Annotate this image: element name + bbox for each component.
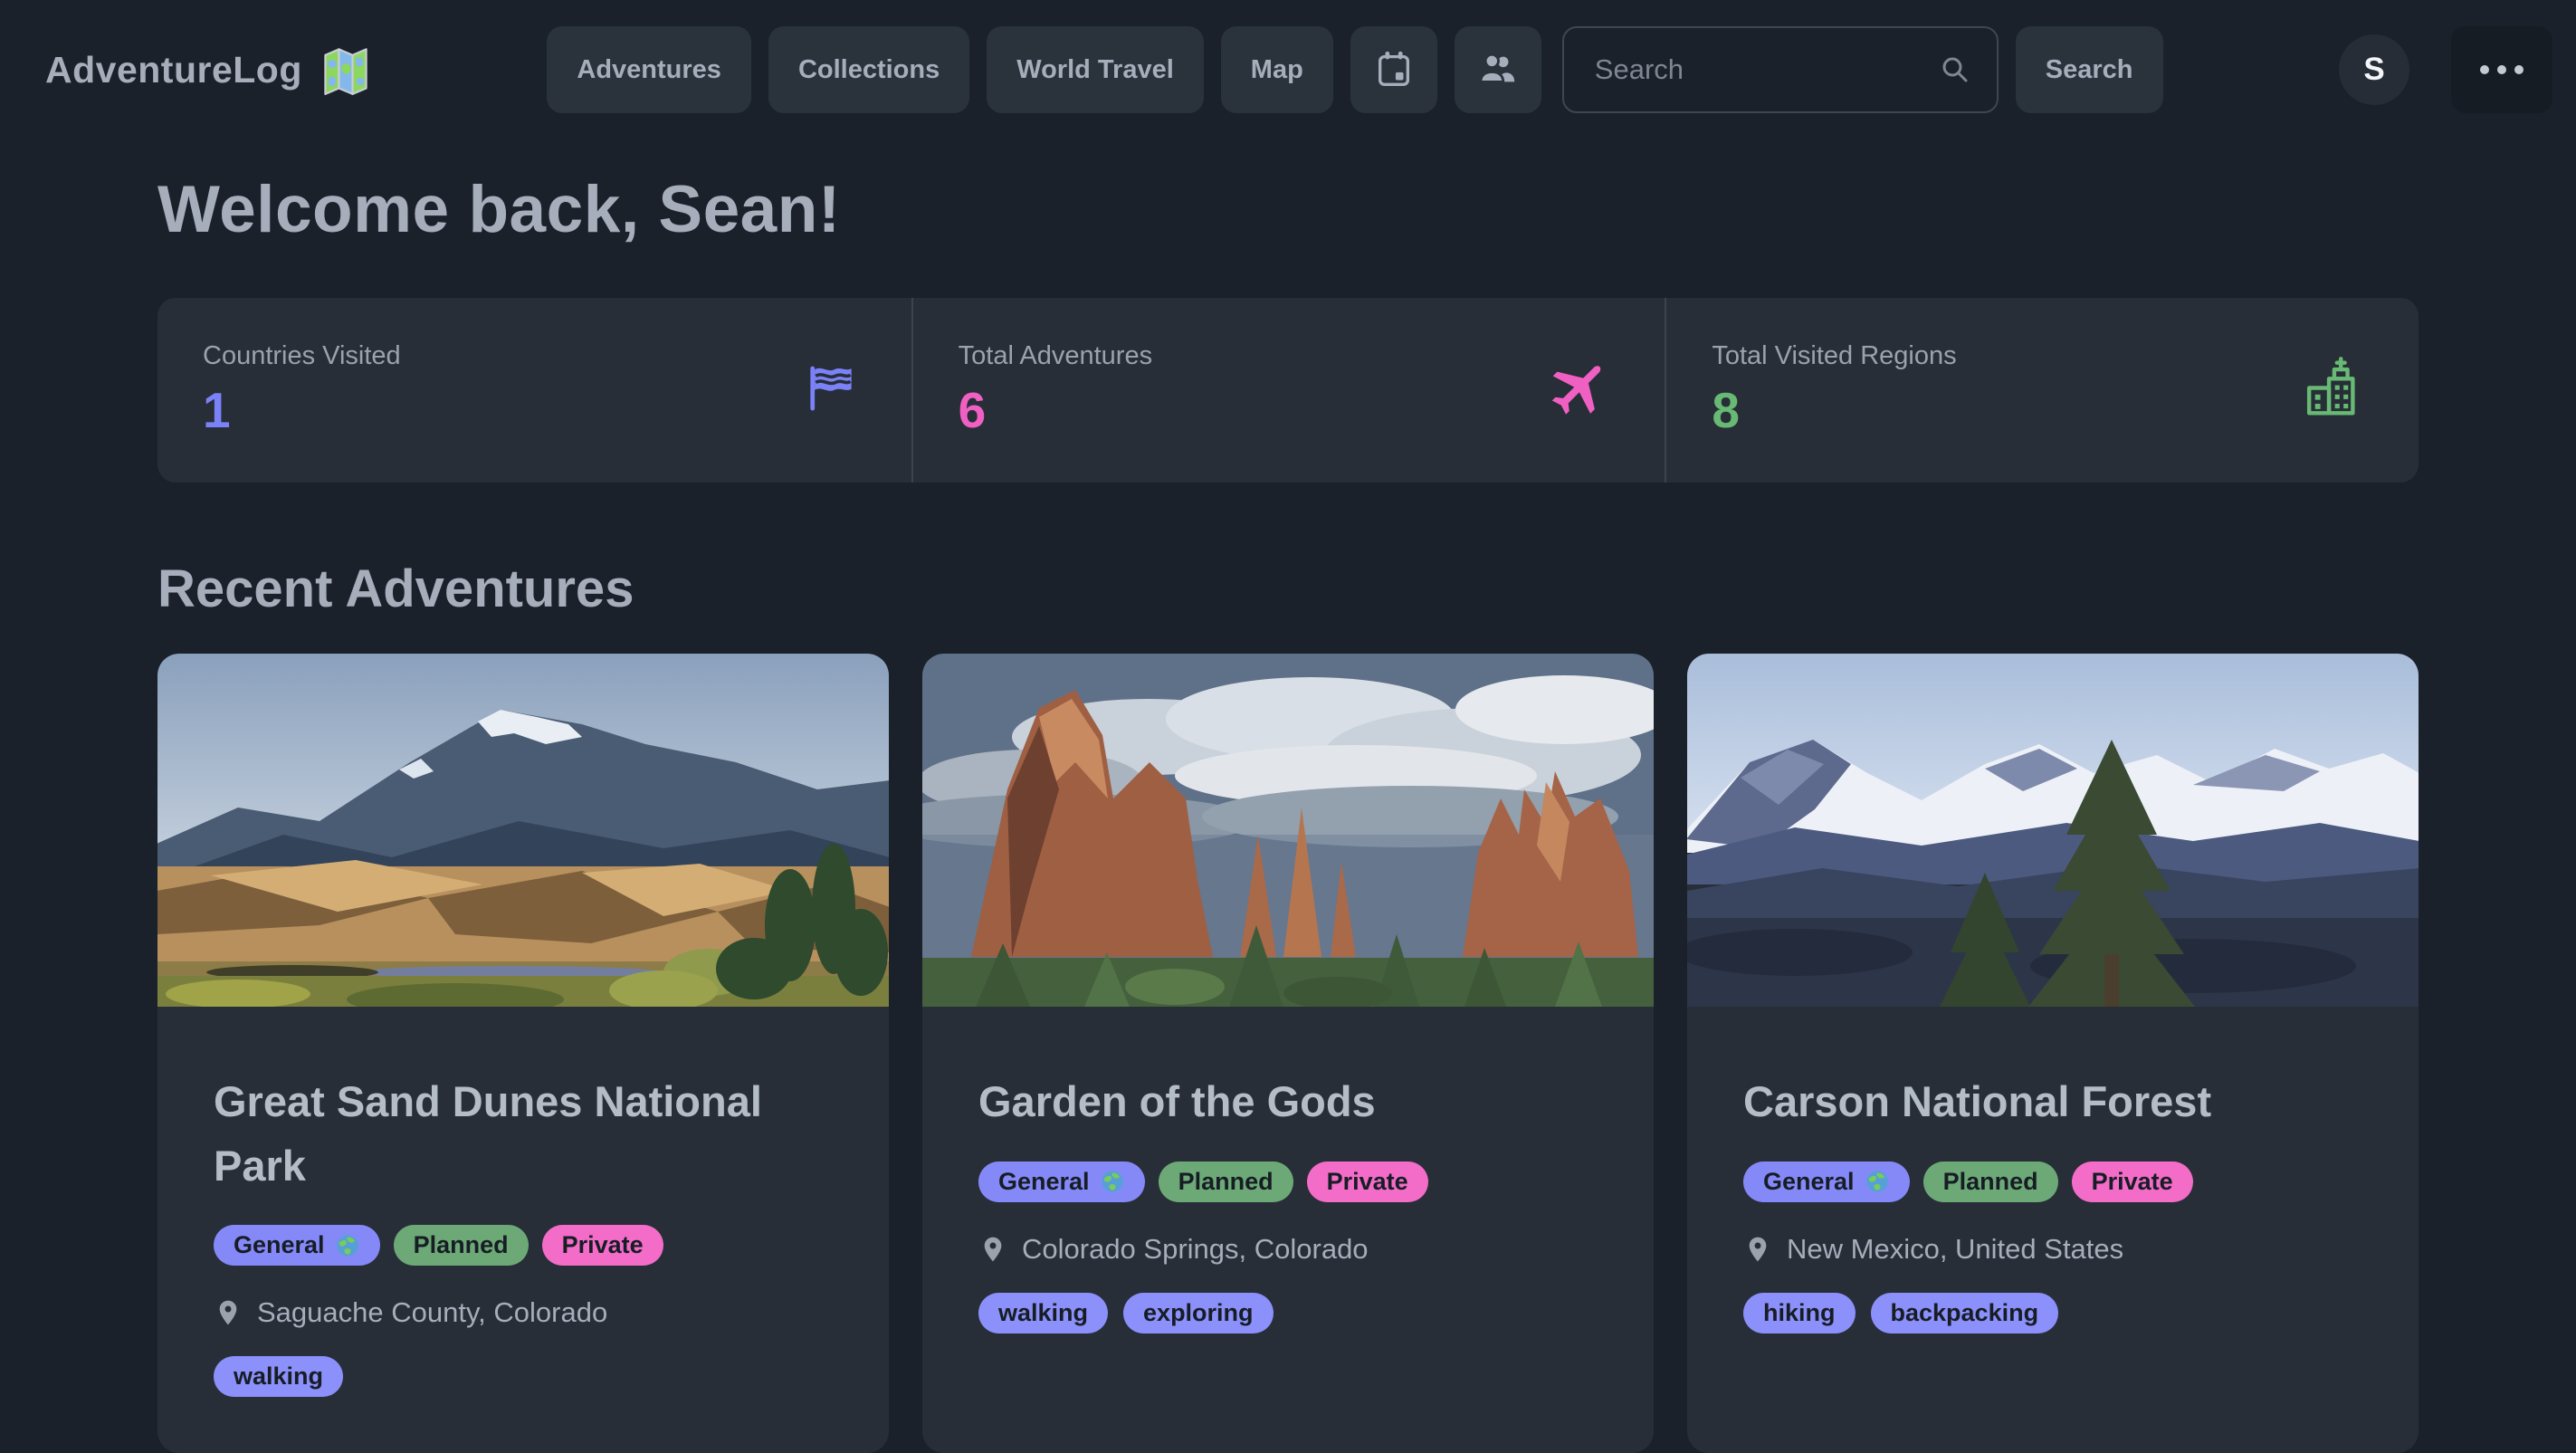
stat-total-visited-regions: Total Visited Regions 8	[1665, 298, 2419, 483]
badge-private: Private	[1307, 1161, 1428, 1202]
tag-row: hiking backpacking	[1743, 1293, 2362, 1334]
stat-label: Total Visited Regions	[1712, 341, 2373, 371]
nav-right: S	[2339, 26, 2552, 113]
location-pin-icon	[214, 1298, 243, 1327]
card-body: Garden of the Gods General	[922, 1007, 1654, 1390]
card-title[interactable]: Great Sand Dunes National Park	[214, 1070, 833, 1198]
stat-value: 8	[1712, 386, 2373, 435]
badge-general: General	[978, 1161, 1145, 1202]
location-pin-icon	[978, 1235, 1007, 1264]
badge-planned: Planned	[1159, 1161, 1293, 1202]
map-logo-icon	[320, 44, 371, 95]
card-body: Carson National Forest General	[1687, 1007, 2419, 1390]
location-text: Colorado Springs, Colorado	[1022, 1233, 1369, 1266]
nav-link-world-travel[interactable]: World Travel	[987, 26, 1204, 113]
badge-general: General	[1743, 1161, 1910, 1202]
nav-center: Adventures Collections World Travel Map	[547, 26, 2162, 113]
adventure-card: Great Sand Dunes National Park General	[157, 654, 889, 1453]
search-icon	[1937, 52, 1973, 88]
tag-row: walking	[214, 1356, 833, 1397]
stat-label: Total Adventures	[959, 341, 1620, 371]
nav-link-map[interactable]: Map	[1221, 26, 1333, 113]
stats-panel: Countries Visited 1 Total Adventures 6	[157, 298, 2419, 483]
search-button[interactable]: Search	[2016, 26, 2163, 113]
badge-row: General Planned Private	[978, 1161, 1598, 1202]
card-body: Great Sand Dunes National Park General	[157, 1007, 889, 1453]
adventure-cards: Great Sand Dunes National Park General	[157, 654, 2419, 1453]
search-wrap	[1562, 26, 1999, 113]
location-row: Colorado Springs, Colorado	[978, 1233, 1598, 1266]
tag-row: walking exploring	[978, 1293, 1598, 1334]
badge-private: Private	[2072, 1161, 2193, 1202]
calendar-button[interactable]	[1350, 26, 1437, 113]
tag-badge: hiking	[1743, 1293, 1856, 1334]
card-title[interactable]: Garden of the Gods	[978, 1070, 1598, 1134]
stat-value: 1	[203, 386, 866, 435]
calendar-icon	[1373, 49, 1415, 91]
overflow-menu-button[interactable]	[2451, 26, 2552, 113]
stat-value: 6	[959, 386, 1620, 435]
stat-label: Countries Visited	[203, 341, 866, 371]
location-row: New Mexico, United States	[1743, 1233, 2362, 1266]
section-title: Recent Adventures	[157, 559, 2419, 619]
avatar[interactable]: S	[2339, 34, 2409, 105]
adventure-image[interactable]	[157, 654, 889, 1007]
badge-private: Private	[542, 1225, 663, 1266]
badge-general: General	[214, 1225, 380, 1266]
tag-badge: walking	[214, 1356, 343, 1397]
nav-link-adventures[interactable]: Adventures	[547, 26, 751, 113]
badge-planned: Planned	[394, 1225, 529, 1266]
page-title: Welcome back, Sean!	[157, 172, 2419, 247]
tag-badge: backpacking	[1871, 1293, 2059, 1334]
city-icon	[2297, 354, 2366, 427]
tag-badge: exploring	[1123, 1293, 1274, 1334]
location-row: Saguache County, Colorado	[214, 1296, 833, 1329]
badge-planned: Planned	[1923, 1161, 2058, 1202]
adventure-card: Carson National Forest General	[1687, 654, 2419, 1453]
adventure-image[interactable]	[922, 654, 1654, 1007]
users-icon	[1477, 49, 1519, 91]
badge-row: General Planned Private	[214, 1225, 833, 1266]
adventure-image[interactable]	[1687, 654, 2419, 1007]
nav-link-collections[interactable]: Collections	[768, 26, 969, 113]
globe-icon	[335, 1233, 360, 1258]
plane-icon	[1545, 355, 1612, 426]
location-text: New Mexico, United States	[1787, 1233, 2123, 1266]
globe-icon	[1865, 1169, 1890, 1194]
card-title[interactable]: Carson National Forest	[1743, 1070, 2362, 1134]
navbar: AdventureLog Adventures Collections Worl…	[0, 0, 2576, 139]
brand-title: AdventureLog	[45, 49, 302, 91]
adventure-card: Garden of the Gods General	[922, 654, 1654, 1453]
tag-badge: walking	[978, 1293, 1108, 1334]
badge-row: General Planned Private	[1743, 1161, 2362, 1202]
brand[interactable]: AdventureLog	[45, 44, 371, 95]
stat-countries-visited: Countries Visited 1	[157, 298, 911, 483]
main-content: Welcome back, Sean! Countries Visited 1 …	[0, 172, 2576, 1453]
search-input[interactable]	[1562, 26, 1999, 113]
location-pin-icon	[1743, 1235, 1772, 1264]
location-text: Saguache County, Colorado	[257, 1296, 607, 1329]
users-button[interactable]	[1455, 26, 1541, 113]
ellipsis-icon	[2480, 65, 2524, 74]
globe-icon	[1100, 1169, 1125, 1194]
flag-icon	[803, 360, 859, 421]
stat-total-adventures: Total Adventures 6	[911, 298, 1665, 483]
